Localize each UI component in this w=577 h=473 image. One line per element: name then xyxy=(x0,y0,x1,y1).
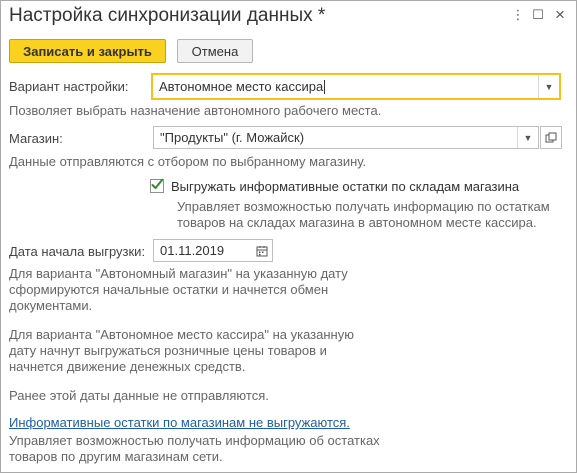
start-date-hint-before: Ранее этой даты данные не отправляются. xyxy=(9,388,269,403)
export-balances-hint: Управляет возможностью получать информац… xyxy=(177,199,550,230)
chevron-down-icon[interactable]: ▼ xyxy=(539,82,559,92)
settings-window: Настройка синхронизации данных * ⋮ ☐ × З… xyxy=(0,0,577,473)
save-and-close-button[interactable]: Записать и закрыть xyxy=(9,39,166,63)
export-balances-label[interactable]: Выгружать информативные остатки по склад… xyxy=(171,179,519,194)
checkmark-icon xyxy=(151,178,163,189)
more-actions-icon[interactable]: ⋮ xyxy=(509,6,527,24)
start-date-value: 01.11.2019 xyxy=(160,243,225,258)
store-select[interactable]: "Продукты" (г. Можайск) ▼ xyxy=(153,126,539,149)
start-date-hint-cashier: Для варианта "Автономное место кассира" … xyxy=(9,327,354,374)
store-hint: Данные отправляются с отбором по выбранн… xyxy=(9,154,367,169)
setting-variant-hint: Позволяет выбрать назначение автономного… xyxy=(9,103,382,118)
open-store-button[interactable] xyxy=(540,126,562,149)
export-balances-checkbox[interactable] xyxy=(150,178,164,193)
start-date-hint-store: Для варианта "Автономный магазин" на ука… xyxy=(9,266,348,313)
store-value: "Продукты" (г. Можайск) xyxy=(160,130,305,145)
chevron-down-icon[interactable]: ▼ xyxy=(518,133,538,143)
other-stores-hint: Управляет возможностью получать информац… xyxy=(9,433,380,464)
start-date-label: Дата начала выгрузки: xyxy=(9,244,146,259)
calendar-icon[interactable] xyxy=(252,245,272,257)
close-icon[interactable]: × xyxy=(551,5,569,24)
cancel-button[interactable]: Отмена xyxy=(177,39,253,63)
setting-variant-label: Вариант настройки: xyxy=(9,79,129,94)
maximize-icon[interactable]: ☐ xyxy=(529,6,547,24)
window-title: Настройка синхронизации данных * xyxy=(9,5,326,26)
store-label: Магазин: xyxy=(9,131,63,146)
open-window-icon xyxy=(545,132,557,142)
start-date-input[interactable]: 01.11.2019 xyxy=(153,239,273,262)
other-stores-balances-link[interactable]: Информативные остатки по магазинам не вы… xyxy=(9,415,350,430)
setting-variant-select[interactable]: Автономное место кассира ▼ xyxy=(151,73,561,100)
setting-variant-value: Автономное место кассира xyxy=(159,78,326,95)
